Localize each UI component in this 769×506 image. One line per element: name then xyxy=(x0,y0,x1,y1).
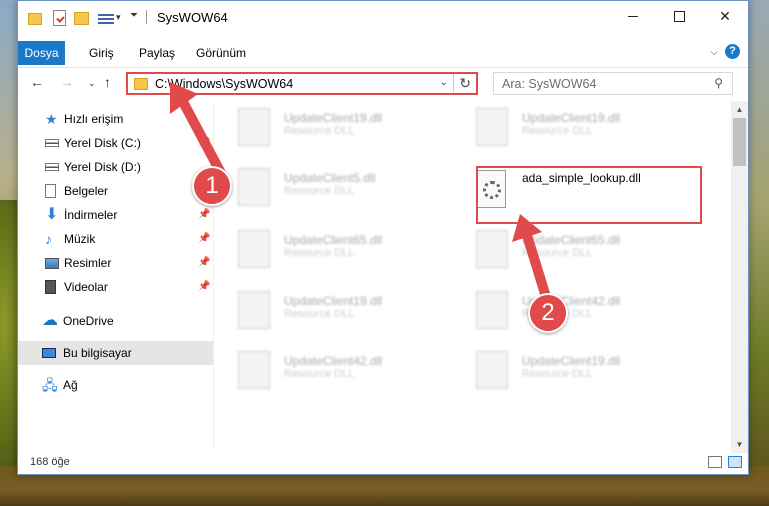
network-icon: 🖧 xyxy=(42,377,58,393)
dll-file-icon xyxy=(238,291,270,329)
scroll-thumb[interactable] xyxy=(733,118,746,166)
scroll-up-icon[interactable]: ▲ xyxy=(731,101,748,118)
navigation-bar: ← → ⌄ ↑ C:\Windows\SysWOW64 ⌄ ↻ Ara: Sys… xyxy=(18,67,748,99)
file-description: Resource DLL xyxy=(284,185,355,197)
view-options-icon[interactable] xyxy=(98,12,114,25)
file-item[interactable]: UpdateClient19.dll Resource DLL xyxy=(456,101,666,151)
dll-file-icon xyxy=(476,351,508,389)
explorer-window: ▾ ⏷ SysWOW64 ✕ Dosya Giriş Paylaş Görünü… xyxy=(17,0,749,475)
sidebar-item-videos[interactable]: Videolar 📌 xyxy=(18,275,213,299)
sidebar-item-this-pc[interactable]: Bu bilgisayar xyxy=(18,341,213,365)
file-name: UpdateClient5.dll xyxy=(284,171,376,185)
dll-file-icon xyxy=(238,230,270,268)
sidebar-item-onedrive[interactable]: ☁ OneDrive xyxy=(18,309,213,333)
item-count: 168 öğe xyxy=(30,456,70,468)
star-icon: ★ xyxy=(45,111,58,127)
sidebar-item-label: Müzik xyxy=(64,232,96,246)
customize-toolbar-icon[interactable]: ⏷ xyxy=(130,10,138,28)
file-description: Resource DLL xyxy=(284,368,355,380)
onedrive-icon: ☁ xyxy=(42,312,58,329)
title-bar: ▾ ⏷ SysWOW64 ✕ xyxy=(18,1,748,32)
sidebar-item-label: Bu bilgisayar xyxy=(63,346,132,360)
file-item[interactable]: UpdateClient19.dll Resource DLL xyxy=(218,284,428,334)
file-item[interactable]: UpdateClient42.dll Resource DLL xyxy=(218,344,428,394)
details-view-icon[interactable] xyxy=(708,456,722,468)
sidebar-item-label: Resimler xyxy=(64,256,112,270)
search-input[interactable]: Ara: SysWOW64 ⚲ xyxy=(493,72,733,95)
back-button[interactable]: ← xyxy=(30,74,44,90)
sidebar-item-label: Yerel Disk (D:) xyxy=(64,160,141,174)
large-icons-view-icon[interactable] xyxy=(728,456,742,468)
quick-access-dropdown-icon[interactable]: ▾ xyxy=(116,12,121,30)
computer-icon xyxy=(42,348,56,358)
ribbon-tabs: Dosya Giriş Paylaş Görünüm xyxy=(18,41,748,65)
sidebar-item-network[interactable]: 🖧 Ağ xyxy=(18,373,213,397)
sidebar-item-label: Belgeler xyxy=(64,184,109,198)
file-name: UpdateClient42.dll xyxy=(284,354,383,368)
address-dropdown-icon[interactable]: ⌄ xyxy=(440,77,448,88)
ribbon-expand-icon[interactable]: ⌵ xyxy=(710,47,718,58)
tab-view[interactable]: Görünüm xyxy=(196,41,246,65)
search-placeholder: Ara: SysWOW64 xyxy=(502,77,597,91)
minimize-button[interactable] xyxy=(610,1,656,32)
sidebar-item-label: Yerel Disk (C:) xyxy=(64,136,141,150)
refresh-icon[interactable]: ↻ xyxy=(459,75,471,92)
file-item[interactable]: UpdateClient19.dll Resource DLL xyxy=(456,344,666,394)
sidebar-item-label: Videolar xyxy=(64,280,108,294)
pictures-icon xyxy=(45,258,59,269)
sidebar-item-label: Hızlı erişim xyxy=(64,112,124,126)
up-button[interactable]: ↑ xyxy=(104,74,111,90)
title-separator xyxy=(146,10,147,24)
file-description: Resource DLL xyxy=(522,125,593,137)
address-separator xyxy=(453,74,454,93)
status-bar: 168 öğe xyxy=(18,451,748,474)
pin-icon: 📌 xyxy=(198,257,211,268)
music-icon: ♪ xyxy=(45,231,52,247)
forward-button[interactable]: → xyxy=(60,74,74,90)
file-description: Resource DLL xyxy=(284,308,355,320)
download-icon: ⬇ xyxy=(45,206,59,223)
file-name: UpdateClient19.dll xyxy=(284,111,383,125)
tab-file[interactable]: Dosya xyxy=(18,41,65,65)
vertical-scrollbar[interactable]: ▲ ▼ xyxy=(731,101,748,453)
disk-icon xyxy=(45,163,59,171)
file-description: Resource DLL xyxy=(522,368,593,380)
sidebar-item-label: İndirmeler xyxy=(64,208,118,222)
pin-icon: 📌 xyxy=(198,233,211,244)
close-button[interactable]: ✕ xyxy=(702,1,748,32)
folder-icon xyxy=(134,78,148,90)
file-item[interactable]: UpdateClient65.dll Resource DLL xyxy=(218,223,428,273)
sidebar-item-pictures[interactable]: Resimler 📌 xyxy=(18,251,213,275)
step-badge-1: 1 xyxy=(192,166,232,206)
dll-file-icon xyxy=(476,230,508,268)
dll-file-icon xyxy=(476,108,508,146)
file-description: Resource DLL xyxy=(284,247,355,259)
disk-icon xyxy=(45,139,59,147)
file-list: UpdateClient19.dll Resource DLL UpdateCl… xyxy=(218,101,728,453)
folder-icon xyxy=(28,13,42,25)
videos-icon xyxy=(45,280,56,294)
documents-icon xyxy=(45,184,56,198)
help-icon[interactable]: ? xyxy=(725,44,740,59)
sidebar-item-label: OneDrive xyxy=(63,314,114,328)
step-badge-2: 2 xyxy=(528,293,568,333)
sidebar-item-label: Ağ xyxy=(63,378,78,392)
search-icon[interactable]: ⚲ xyxy=(714,76,723,90)
pin-icon: 📌 xyxy=(198,281,211,292)
maximize-button[interactable] xyxy=(656,1,702,32)
dll-file-icon xyxy=(476,291,508,329)
tab-share[interactable]: Paylaş xyxy=(139,41,175,65)
file-name: UpdateClient19.dll xyxy=(284,294,383,308)
file-name: UpdateClient65.dll xyxy=(284,233,383,247)
properties-icon[interactable] xyxy=(53,10,66,26)
recent-locations-icon[interactable]: ⌄ xyxy=(88,78,96,89)
new-folder-icon[interactable] xyxy=(74,12,89,25)
dll-file-icon xyxy=(238,351,270,389)
file-name: UpdateClient19.dll xyxy=(522,354,621,368)
sidebar-item-music[interactable]: ♪ Müzik 📌 xyxy=(18,227,213,251)
file-name: UpdateClient19.dll xyxy=(522,111,621,125)
tab-home[interactable]: Giriş xyxy=(89,41,114,65)
file-description: Resource DLL xyxy=(284,125,355,137)
window-title: SysWOW64 xyxy=(157,10,228,25)
